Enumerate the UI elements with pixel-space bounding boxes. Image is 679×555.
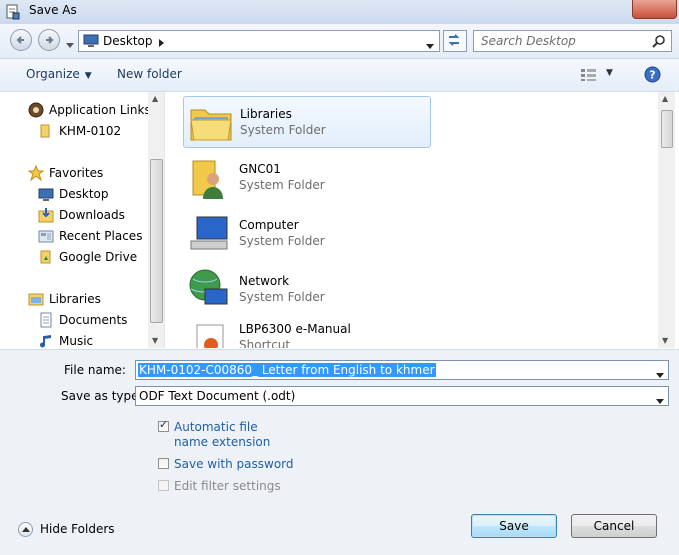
edit-filter-settings-checkbox [158,480,169,491]
save-options-panel: File name: KHM-0102-C00860_ Letter from … [0,349,679,555]
documents-icon [38,312,54,328]
window-title: Save As [29,3,77,17]
file-name-value[interactable]: KHM-0102-C00860_ Letter from English to … [138,363,436,377]
nav-item-label: Documents [59,313,128,327]
forward-arrow-icon [46,36,54,44]
save-as-document-icon [6,4,20,20]
save-with-password-label[interactable]: Save with password [174,457,294,472]
address-dropdown-icon[interactable] [426,38,434,52]
nav-item-label: Downloads [59,208,125,222]
help-icon[interactable]: ? [644,66,661,86]
automatic-extension-label[interactable]: Automatic file name extension [174,420,294,450]
shortcut-icon [187,315,233,348]
list-item-libraries[interactable]: Libraries System Folder [183,96,431,148]
folder-icon [38,123,54,139]
desktop-icon [83,34,99,51]
list-item-gnc01[interactable]: GNC01 System Folder [183,152,431,204]
save-as-type-value[interactable]: ODF Text Document (.odt) [139,389,295,403]
breadcrumb-chevron-icon[interactable] [159,36,164,50]
refresh-icon [448,34,460,46]
file-name-field[interactable]: KHM-0102-C00860_ Letter from English to … [135,360,669,380]
list-item-network[interactable]: Network System Folder [183,264,431,316]
scrollbar-thumb[interactable] [150,159,163,323]
libraries-folder-icon [188,100,234,146]
music-icon [38,333,54,349]
item-name: GNC01 [239,162,281,176]
file-list: Libraries System Folder GNC01 System Fol… [165,92,658,348]
new-folder-button[interactable]: New folder [117,67,182,81]
recent-pages-dropdown[interactable] [66,37,74,51]
nav-item-label: Libraries [49,292,101,306]
item-name: Network [239,274,290,288]
hide-folders-label: Hide Folders [40,522,115,536]
collapse-icon [18,522,33,537]
views-dropdown-icon[interactable]: ▼ [606,68,613,78]
search-box[interactable]: Search Desktop [473,30,672,52]
back-arrow-icon [16,36,24,44]
file-name-label: File name: [64,363,126,377]
application-links-icon [28,102,44,118]
favorites-star-icon [27,164,45,182]
file-list-scrollbar[interactable]: ▲ ▼ [658,92,675,348]
user-folder-icon [187,155,233,201]
nav-item-label: Music [59,334,94,348]
item-name: LBP6300 e-Manual [239,322,351,336]
item-type: System Folder [240,123,326,137]
google-drive-icon [38,249,54,265]
svg-text:?: ? [649,69,655,82]
nav-item-label: Application Links [49,103,151,117]
item-type: Shortcut [239,338,291,348]
list-item-lbp6300-e-manual[interactable]: LBP6300 e-Manual Shortcut [183,312,431,348]
scrollbar-thumb[interactable] [661,110,673,148]
nav-item-label: Recent Places [59,229,143,243]
item-type: System Folder [239,178,325,192]
refresh-button[interactable] [443,30,467,52]
nav-item-label: KHM-0102 [59,124,122,138]
network-icon [187,267,233,313]
forward-button[interactable] [38,29,60,51]
scroll-down-arrow-icon[interactable]: ▼ [662,336,668,345]
scroll-up-arrow-icon[interactable]: ▲ [662,94,668,103]
item-type: System Folder [239,234,325,248]
libraries-icon [28,291,44,307]
nav-item-label: Desktop [59,187,109,201]
organize-label: Organize [26,67,80,81]
scroll-up-arrow-icon[interactable]: ▲ [152,94,158,103]
address-bar[interactable]: Desktop [78,30,440,52]
computer-icon [187,211,233,257]
back-button[interactable] [10,29,32,51]
navigation-pane: Application Links KHM-0102 Favorites Des… [0,92,165,348]
file-name-dropdown-icon[interactable] [656,367,664,381]
chevron-down-icon: ▼ [84,71,92,81]
save-button[interactable]: Save [471,514,557,538]
change-view-icon[interactable] [580,68,598,85]
save-as-type-label: Save as type: [61,389,143,403]
chevron-down-icon [66,43,74,48]
item-type: System Folder [239,290,325,304]
search-icon[interactable] [652,34,666,51]
navigation-bar: Desktop Search Desktop [0,24,679,59]
nav-item-label: Google Drive [59,250,138,264]
edit-filter-settings-label: Edit filter settings [174,479,281,493]
search-placeholder[interactable]: Search Desktop [481,34,576,48]
save-as-type-select[interactable]: ODF Text Document (.odt) [135,386,669,406]
downloads-icon [38,207,54,223]
item-name: Computer [239,218,299,232]
list-item-computer[interactable]: Computer System Folder [183,208,431,260]
item-name: Libraries [240,107,292,121]
save-as-type-dropdown-icon[interactable] [656,393,664,407]
desktop-icon [38,186,54,202]
scroll-down-arrow-icon[interactable]: ▼ [152,336,158,345]
nav-pane-scrollbar[interactable]: ▲ ▼ [148,92,164,348]
organize-button[interactable]: Organize ▼ [26,67,92,81]
automatic-extension-checkbox[interactable] [158,418,169,432]
command-toolbar: Organize ▼ New folder ▼ ? [0,59,679,92]
title-bar: Save As [0,0,679,24]
address-path[interactable]: Desktop [103,34,153,48]
cancel-button[interactable]: Cancel [571,514,657,538]
nav-item-label: Favorites [49,166,104,180]
save-with-password-checkbox[interactable] [158,458,169,469]
close-button[interactable] [632,0,677,19]
recent-places-icon [38,228,54,244]
